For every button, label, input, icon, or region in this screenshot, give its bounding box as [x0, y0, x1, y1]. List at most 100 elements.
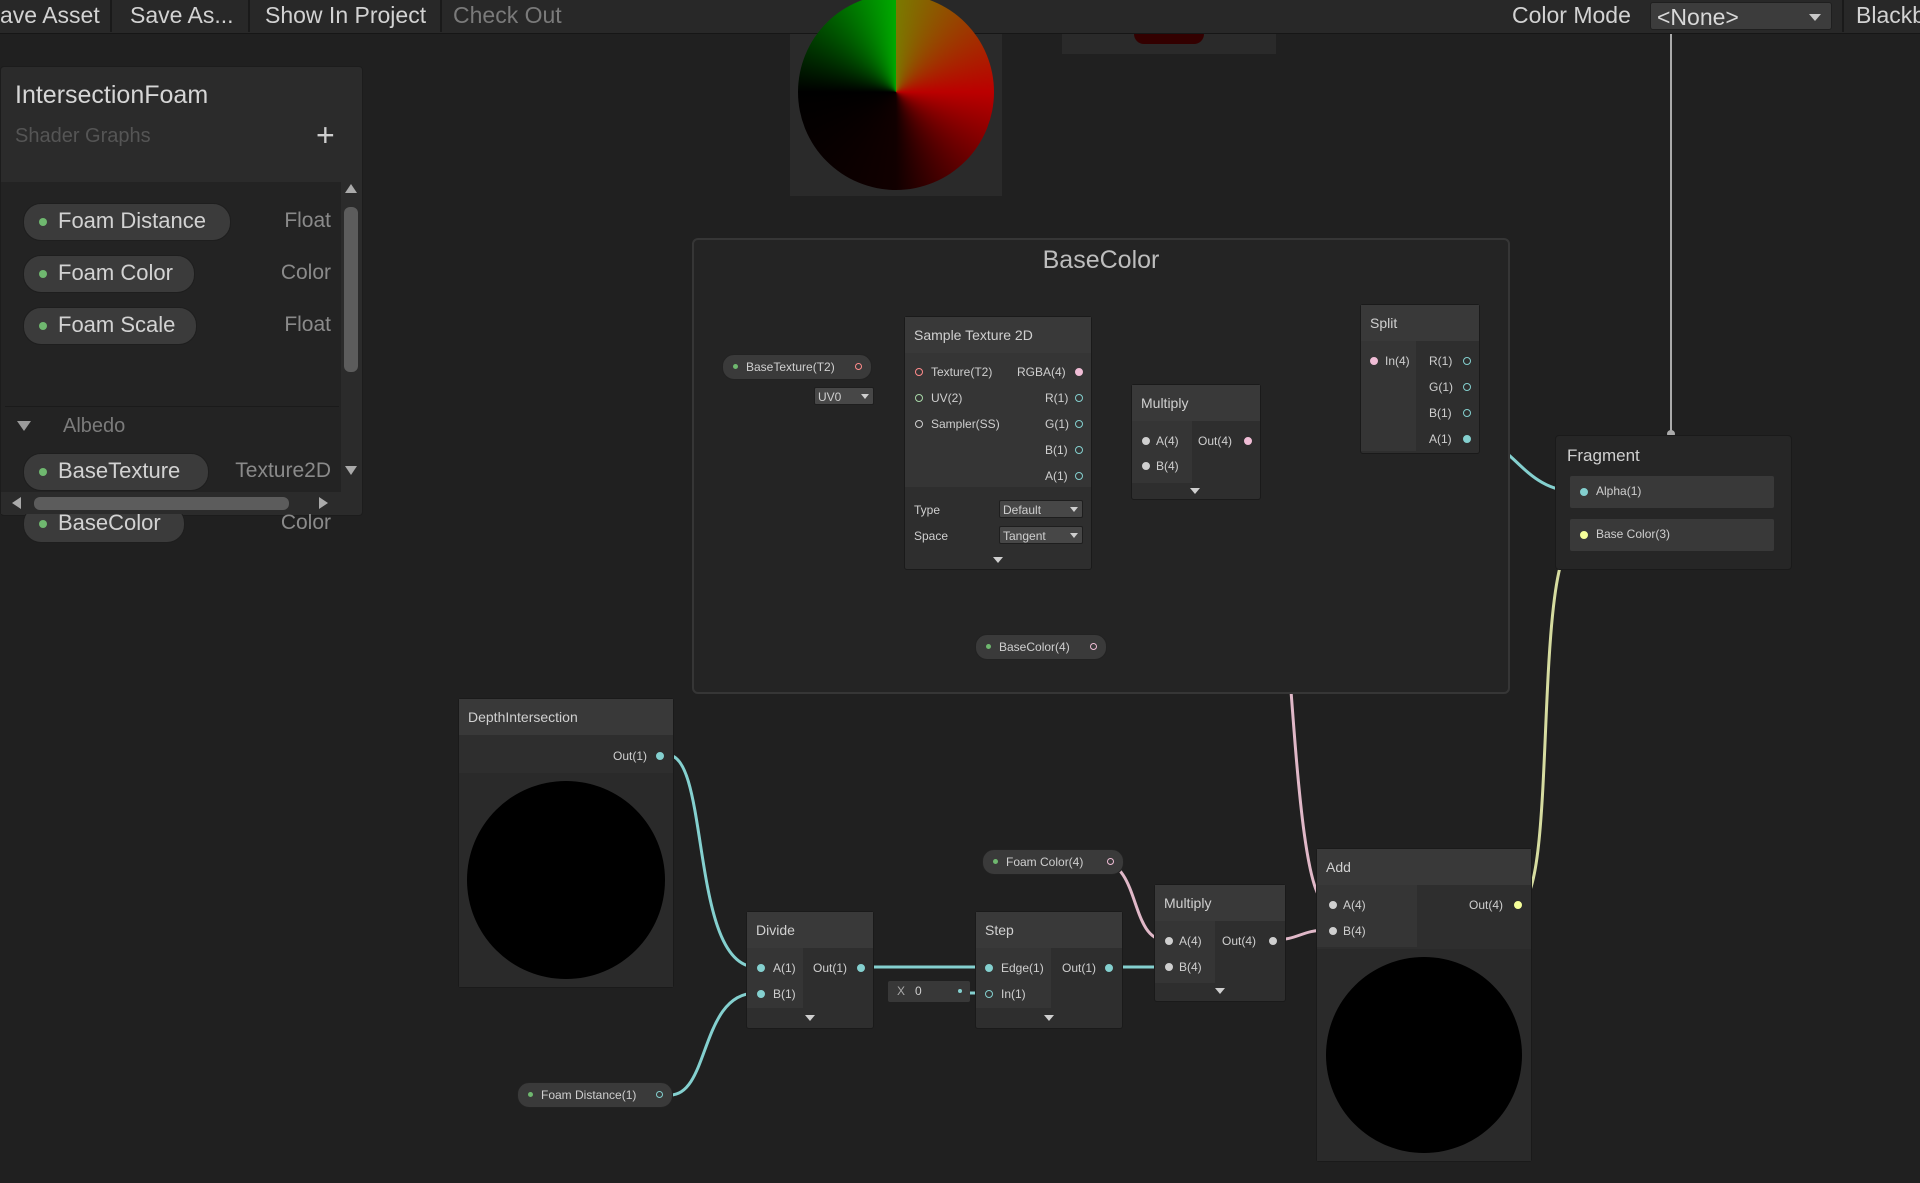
- port-g-out[interactable]: [1075, 420, 1083, 428]
- preview-sphere: [1326, 957, 1522, 1153]
- pill-output-port[interactable]: [656, 1091, 663, 1098]
- x-label: X: [897, 984, 906, 998]
- port-b-in[interactable]: [1142, 462, 1150, 470]
- port-in[interactable]: [985, 990, 993, 998]
- port-label: Out(1): [813, 961, 848, 975]
- category-albedo[interactable]: Albedo: [63, 415, 125, 438]
- port-label: In(4): [1385, 354, 1410, 368]
- port-label: Out(1): [1062, 961, 1097, 975]
- property-dot-icon: [39, 520, 47, 528]
- port-a-in[interactable]: [1329, 901, 1337, 909]
- port-label: B(1): [1045, 443, 1068, 457]
- uv-channel-dropdown[interactable]: UV0: [814, 387, 874, 405]
- property-type: Texture2D: [235, 459, 331, 482]
- preview-sphere-color: [798, 0, 994, 190]
- property-type: Color: [280, 261, 331, 284]
- port-out[interactable]: [1105, 964, 1113, 972]
- port-label: R(1): [1429, 354, 1453, 368]
- property-base-texture[interactable]: BaseTexture: [23, 453, 209, 491]
- pill-base-color[interactable]: BaseColor(4): [975, 634, 1107, 660]
- add-property-button[interactable]: +: [316, 119, 335, 151]
- scroll-right-icon[interactable]: [319, 497, 328, 509]
- horizontal-scrollbar[interactable]: [1, 492, 341, 514]
- node-multiply-top[interactable]: Multiply A(4) B(4) Out(4): [1131, 384, 1261, 500]
- node-title: Multiply: [1155, 885, 1285, 921]
- node-add[interactable]: Add A(4) B(4) Out(4): [1316, 848, 1532, 1162]
- port-label: A(1): [1429, 432, 1452, 446]
- port-out[interactable]: [1244, 437, 1252, 445]
- category-collapse-icon[interactable]: [17, 421, 31, 431]
- port-a-in[interactable]: [757, 964, 765, 972]
- port-uv-in[interactable]: [915, 394, 923, 402]
- port-out[interactable]: [857, 964, 865, 972]
- port-label: B(4): [1179, 960, 1202, 974]
- port-r-out[interactable]: [1075, 394, 1083, 402]
- port-label: Out(4): [1222, 934, 1257, 948]
- pill-base-texture[interactable]: BaseTexture(T2): [722, 354, 872, 380]
- node-depth-intersection[interactable]: DepthIntersection Out(1): [458, 698, 674, 988]
- node-multiply-bottom[interactable]: Multiply A(4) B(4) Out(4): [1154, 884, 1286, 1002]
- expand-chevron-icon[interactable]: [1190, 488, 1200, 494]
- port-in[interactable]: [1370, 357, 1378, 365]
- graph-title: IntersectionFoam: [15, 81, 209, 109]
- port-edge-in[interactable]: [985, 964, 993, 972]
- scroll-down-icon[interactable]: [345, 466, 357, 475]
- scroll-thumb[interactable]: [344, 207, 358, 372]
- pill-foam-color[interactable]: Foam Color(4): [982, 849, 1124, 875]
- property-dot-icon: [528, 1092, 533, 1097]
- property-type: Float: [284, 313, 331, 336]
- type-dropdown[interactable]: Default: [999, 500, 1083, 518]
- port-b-in[interactable]: [1329, 927, 1337, 935]
- node-divide[interactable]: Divide A(1) B(1) Out(1): [746, 911, 874, 1029]
- expand-chevron-icon[interactable]: [805, 1015, 815, 1021]
- x-value[interactable]: 0: [915, 984, 922, 998]
- pill-output-port[interactable]: [855, 363, 862, 370]
- port-out[interactable]: [656, 752, 664, 760]
- chevron-down-icon: [861, 394, 869, 399]
- port-rgba-out[interactable]: [1075, 368, 1083, 376]
- space-dropdown[interactable]: Tangent: [999, 526, 1083, 544]
- inline-x-field[interactable]: X 0: [888, 981, 970, 1002]
- node-title: Multiply: [1132, 385, 1260, 421]
- property-foam-scale[interactable]: Foam Scale: [23, 307, 197, 345]
- port-a-out[interactable]: [1463, 435, 1471, 443]
- node-title: Sample Texture 2D: [905, 317, 1091, 353]
- port-r-out[interactable]: [1463, 357, 1471, 365]
- pill-output-port[interactable]: [1107, 858, 1114, 865]
- node-split[interactable]: Split In(4) R(1) G(1) B(1) A(1): [1360, 304, 1480, 454]
- port-b-out[interactable]: [1463, 409, 1471, 417]
- node-fragment[interactable]: Fragment Alpha(1) Base Color(3): [1555, 435, 1792, 570]
- type-label: Type: [914, 503, 941, 517]
- scroll-thumb[interactable]: [34, 497, 289, 510]
- port-g-out[interactable]: [1463, 383, 1471, 391]
- port-alpha-in[interactable]: [1580, 488, 1588, 496]
- fragment-slot-base-color[interactable]: Base Color(3): [1570, 519, 1774, 551]
- fragment-slot-alpha[interactable]: Alpha(1): [1570, 476, 1774, 508]
- port-out[interactable]: [1514, 901, 1522, 909]
- port-a-in[interactable]: [1142, 437, 1150, 445]
- scroll-left-icon[interactable]: [12, 497, 21, 509]
- port-base-color-in[interactable]: [1580, 531, 1588, 539]
- port-out[interactable]: [1269, 937, 1277, 945]
- port-b-out[interactable]: [1075, 446, 1083, 454]
- port-b-in[interactable]: [1165, 963, 1173, 971]
- port-a-in[interactable]: [1165, 937, 1173, 945]
- scroll-up-icon[interactable]: [345, 184, 357, 193]
- port-sampler-in[interactable]: [915, 420, 923, 428]
- node-step[interactable]: Step Edge(1) In(1) Out(1): [975, 911, 1123, 1029]
- expand-chevron-icon[interactable]: [993, 557, 1003, 563]
- expand-chevron-icon[interactable]: [1215, 988, 1225, 994]
- port-a-out[interactable]: [1075, 472, 1083, 480]
- property-foam-color[interactable]: Foam Color: [23, 255, 195, 293]
- property-foam-distance[interactable]: Foam Distance: [23, 203, 231, 241]
- property-dot-icon: [993, 859, 998, 864]
- port-texture-in[interactable]: [915, 368, 923, 376]
- port-b-in[interactable]: [757, 990, 765, 998]
- pill-output-port[interactable]: [1090, 643, 1097, 650]
- pill-foam-distance[interactable]: Foam Distance(1): [517, 1082, 673, 1108]
- port-label: UV(2): [931, 391, 963, 405]
- expand-chevron-icon[interactable]: [1044, 1015, 1054, 1021]
- pill-label: BaseColor(4): [999, 640, 1070, 654]
- node-sample-texture-2d[interactable]: Sample Texture 2D Texture(T2) UV(2) Samp…: [904, 316, 1092, 570]
- vertical-scrollbar[interactable]: [341, 182, 362, 482]
